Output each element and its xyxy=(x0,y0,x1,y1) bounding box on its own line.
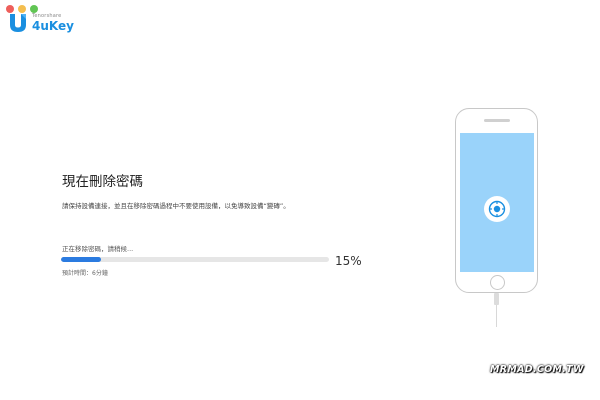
app-logo: Tenorshare 4uKey xyxy=(8,12,74,34)
lock-icon-circle xyxy=(484,196,510,222)
estimated-time: 預計時間：6分鐘 xyxy=(62,270,108,277)
product-name: 4uKey xyxy=(32,19,74,33)
watermark-text: MRMAD.COM.TW xyxy=(490,364,584,375)
progress-bar-fill xyxy=(61,257,102,262)
phone-speaker xyxy=(484,119,510,122)
instruction-text: 請保持設備連接，並且在移除密碼過程中不要使用設備，以免導致設備“變磚”。 xyxy=(62,202,290,210)
4ukey-logo-icon xyxy=(10,14,26,32)
usb-cable xyxy=(496,305,498,327)
page-title: 現在刪除密碼 xyxy=(62,174,143,190)
lock-icon xyxy=(488,200,506,218)
phone-home-button xyxy=(490,275,505,290)
progress-percent: 15% xyxy=(335,254,362,268)
progress-status-text: 正在移除密碼，請稍候... xyxy=(62,245,134,253)
phone-screen xyxy=(460,133,534,272)
iphone-illustration xyxy=(455,108,538,293)
progress-bar xyxy=(61,257,329,262)
lightning-connector xyxy=(494,293,499,305)
